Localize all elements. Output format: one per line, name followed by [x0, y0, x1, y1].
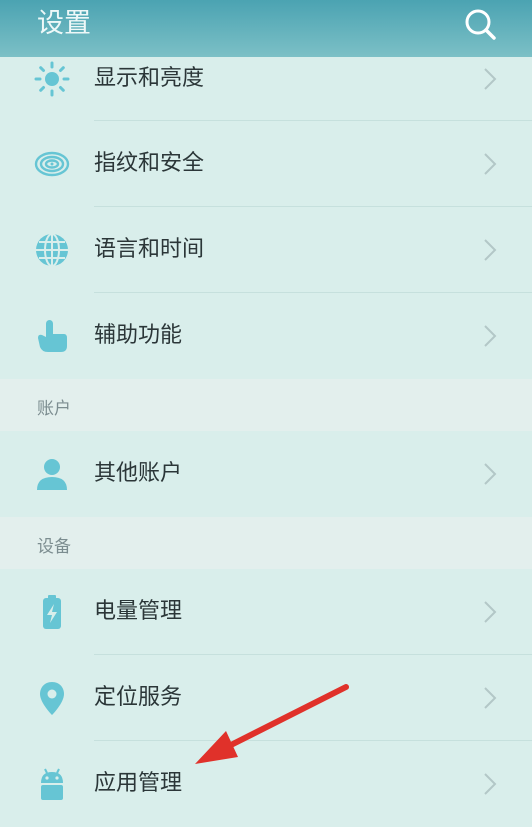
settings-item-other-accounts[interactable]: 其他账户	[0, 431, 532, 517]
globe-icon	[34, 207, 70, 293]
settings-item-label: 其他账户	[94, 461, 183, 486]
chevron-right-icon	[478, 741, 502, 827]
chevron-right-icon	[478, 431, 502, 517]
android-icon	[34, 741, 70, 827]
settings-item-label: 指纹和安全	[94, 151, 205, 176]
section-title: 账户	[37, 399, 71, 419]
fingerprint-icon	[34, 121, 70, 207]
page-title: 设置	[37, 8, 91, 39]
settings-item-label: 定位服务	[94, 685, 183, 710]
app-header: 设置	[0, 0, 532, 57]
chevron-right-icon	[478, 569, 502, 655]
settings-item-label: 辅助功能	[94, 323, 183, 348]
chevron-right-icon	[478, 655, 502, 741]
settings-item-label: 语言和时间	[94, 237, 205, 262]
section-header-device: 设备	[0, 517, 532, 569]
brightness-icon	[34, 57, 70, 101]
hand-pointer-icon	[34, 293, 70, 379]
settings-item-battery[interactable]: 电量管理	[0, 569, 532, 655]
settings-item-label: 显示和亮度	[94, 66, 205, 91]
settings-item-label: 应用管理	[94, 771, 183, 796]
search-icon[interactable]	[462, 6, 498, 42]
section-header-accounts: 账户	[0, 379, 532, 431]
settings-item-language[interactable]: 语言和时间	[0, 207, 532, 293]
chevron-right-icon	[478, 293, 502, 379]
settings-list: 显示和亮度 指纹和安全 语言和时间 辅助功能 账户 其他账户 设备 电量管理 定…	[0, 57, 532, 827]
chevron-right-icon	[478, 121, 502, 207]
settings-item-accessibility[interactable]: 辅助功能	[0, 293, 532, 379]
chevron-right-icon	[478, 207, 502, 293]
settings-item-display[interactable]: 显示和亮度	[0, 57, 532, 121]
settings-item-label: 电量管理	[94, 599, 183, 624]
settings-item-location[interactable]: 定位服务	[0, 655, 532, 741]
battery-icon	[34, 569, 70, 655]
settings-item-fingerprint[interactable]: 指纹和安全	[0, 121, 532, 207]
chevron-right-icon	[478, 57, 502, 101]
settings-item-apps[interactable]: 应用管理	[0, 741, 532, 827]
section-title: 设备	[37, 537, 71, 557]
person-icon	[34, 431, 70, 517]
location-pin-icon	[34, 655, 70, 741]
